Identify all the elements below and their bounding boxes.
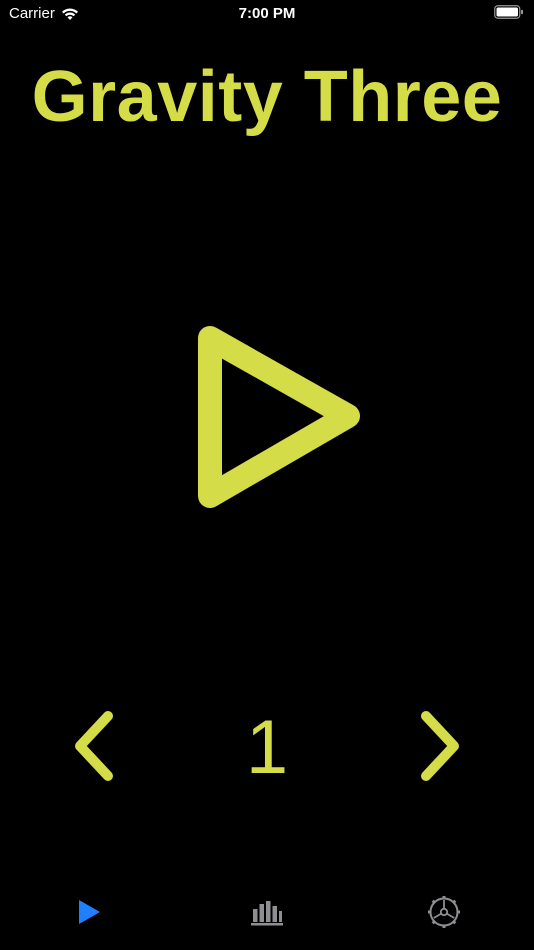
tab-settings[interactable] — [422, 892, 466, 932]
play-triangle-icon — [198, 326, 360, 508]
app-title: Gravity Three — [31, 57, 503, 137]
tab-bar — [0, 880, 534, 950]
tab-stats[interactable] — [245, 892, 289, 932]
status-bar: Carrier 7:00 PM — [0, 0, 534, 28]
chevron-right-icon — [421, 711, 459, 781]
battery-icon — [494, 5, 523, 19]
gear-icon — [428, 896, 460, 928]
play-icon — [79, 900, 100, 924]
next-level-button[interactable] — [410, 706, 468, 786]
play-button[interactable] — [188, 318, 368, 518]
tab-play[interactable] — [67, 892, 111, 932]
status-time: 7:00 PM — [238, 5, 296, 22]
bar-chart-icon — [251, 901, 283, 926]
level-selector: 1 — [0, 700, 534, 790]
